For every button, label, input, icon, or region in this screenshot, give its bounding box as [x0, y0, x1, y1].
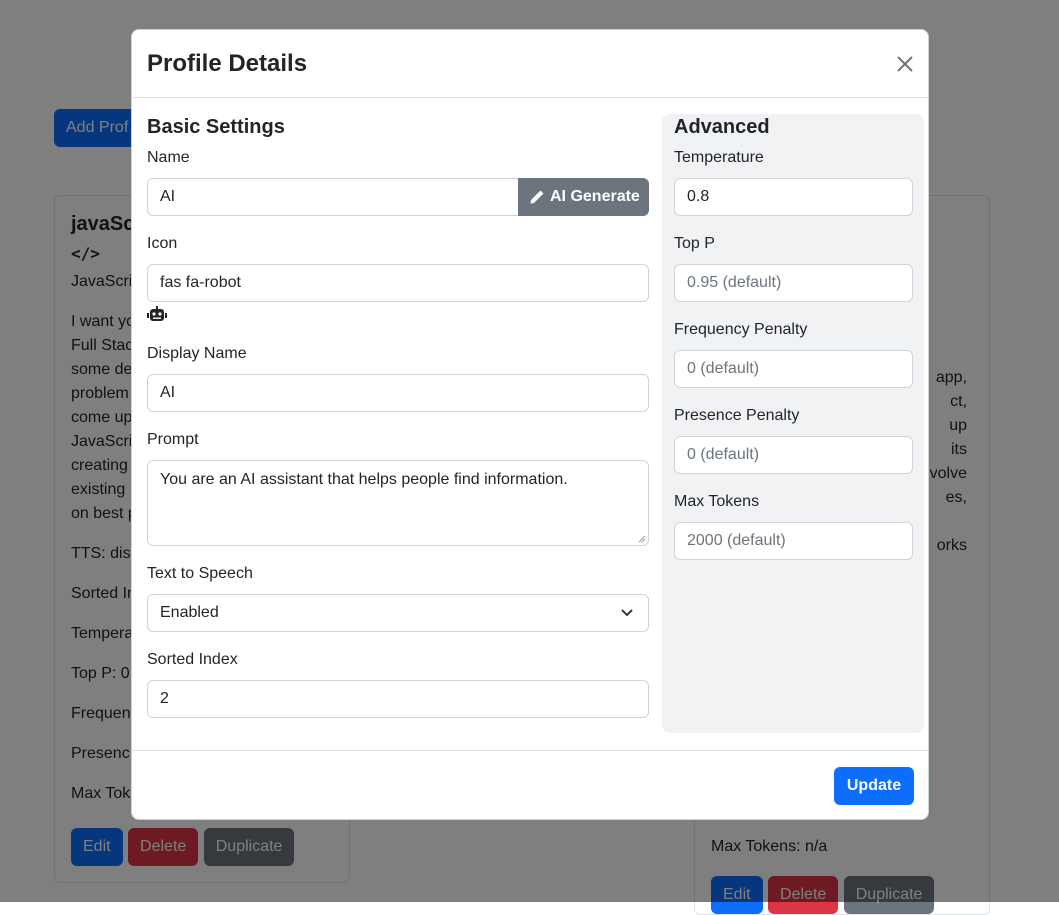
robot-icon: [147, 306, 167, 321]
presence-penalty-label: Presence Penalty: [674, 407, 800, 424]
max-tokens-label: Max Tokens: [674, 493, 760, 510]
tts-selected-value: Enabled: [160, 604, 219, 621]
pencil-icon: [530, 190, 544, 204]
modal-title: Profile Details: [147, 50, 308, 77]
presence-penalty-input[interactable]: 0 (default): [674, 436, 913, 474]
sorted-index-label: Sorted Index: [147, 651, 238, 668]
ai-generate-button[interactable]: AI Generate: [518, 178, 649, 216]
top-p-input[interactable]: 0.95 (default): [674, 264, 913, 302]
prompt-text: You are an AI assistant that helps peopl…: [160, 471, 568, 488]
tts-select[interactable]: Enabled: [147, 594, 649, 632]
update-button[interactable]: Update: [834, 767, 914, 805]
display-name-label: Display Name: [147, 345, 247, 362]
ai-generate-label: AI Generate: [550, 188, 640, 205]
advanced-heading: Advanced: [674, 116, 770, 138]
profile-details-modal: Profile Details Basic Settings Name AI A…: [131, 29, 929, 820]
basic-settings-heading: Basic Settings: [147, 116, 285, 138]
advanced-settings-panel: Advanced Temperature 0.8 Top P 0.95 (def…: [662, 114, 924, 733]
max-tokens-input[interactable]: 2000 (default): [674, 522, 913, 560]
resize-grip-icon[interactable]: [638, 535, 646, 543]
tts-label: Text to Speech: [147, 565, 253, 582]
name-input[interactable]: AI: [147, 178, 519, 216]
icon-input[interactable]: fas fa-robot: [147, 264, 649, 302]
prompt-textarea[interactable]: You are an AI assistant that helps peopl…: [147, 460, 649, 546]
icon-label: Icon: [147, 235, 178, 252]
chevron-down-icon: [621, 609, 633, 617]
modal-footer: Update: [132, 750, 928, 820]
frequency-penalty-label: Frequency Penalty: [674, 321, 808, 338]
prompt-label: Prompt: [147, 431, 199, 448]
sorted-index-input[interactable]: 2: [147, 680, 649, 718]
close-icon[interactable]: [894, 53, 916, 75]
top-p-label: Top P: [674, 235, 715, 252]
frequency-penalty-input[interactable]: 0 (default): [674, 350, 913, 388]
name-label: Name: [147, 149, 190, 166]
modal-body: Basic Settings Name AI AI Generate Icon …: [132, 98, 928, 750]
display-name-input[interactable]: AI: [147, 374, 649, 412]
temperature-input[interactable]: 0.8: [674, 178, 913, 216]
modal-header: Profile Details: [132, 30, 928, 98]
temperature-label: Temperature: [674, 149, 764, 166]
